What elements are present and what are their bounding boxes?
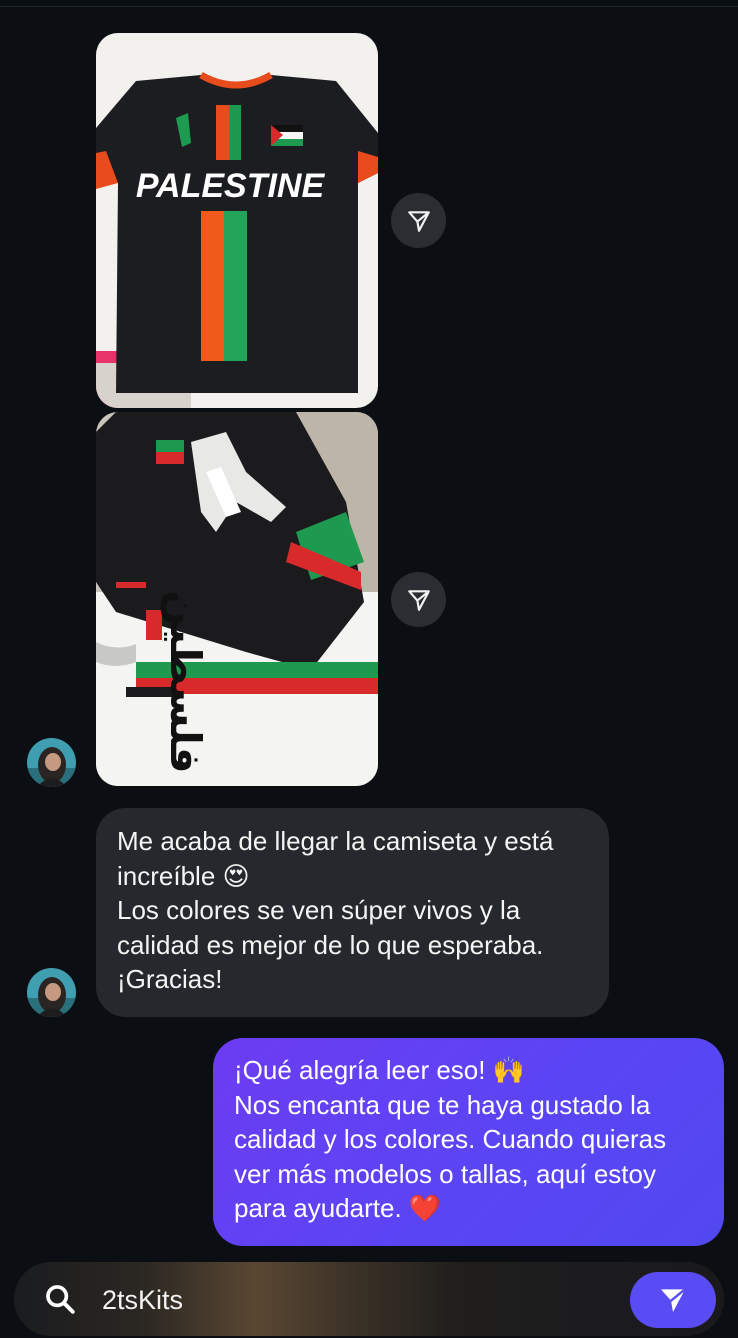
avatar-photo	[27, 738, 76, 787]
send-share-icon	[407, 210, 430, 232]
photo-message-two-jerseys[interactable]: فلسطين	[96, 412, 378, 786]
share-photo-2-button[interactable]	[391, 572, 446, 627]
sender-avatar[interactable]	[27, 738, 76, 787]
photo-message-black-jersey[interactable]: PALESTINE	[96, 33, 378, 408]
send-icon	[661, 1288, 687, 1312]
incoming-message-bubble[interactable]: Me acaba de llegar la camiseta y está in…	[96, 808, 609, 1017]
black-jersey-image: PALESTINE	[96, 33, 378, 408]
jersey-text-arabic: فلسطين	[160, 590, 210, 773]
send-button[interactable]	[630, 1272, 716, 1328]
two-jerseys-image: فلسطين	[96, 412, 378, 786]
search-button[interactable]	[34, 1273, 86, 1325]
avatar-photo	[27, 968, 76, 1017]
jersey-text-palestine: PALESTINE	[136, 167, 326, 205]
message-composer: 2tsKits	[14, 1262, 724, 1336]
top-divider	[0, 6, 738, 7]
search-icon	[46, 1285, 75, 1314]
send-share-icon	[407, 589, 430, 611]
composer-input[interactable]: 2tsKits	[102, 1284, 183, 1316]
share-photo-1-button[interactable]	[391, 193, 446, 248]
outgoing-message-bubble[interactable]: ¡Qué alegría leer eso! 🙌 Nos encanta que…	[213, 1038, 724, 1246]
sender-avatar[interactable]	[27, 968, 76, 1017]
